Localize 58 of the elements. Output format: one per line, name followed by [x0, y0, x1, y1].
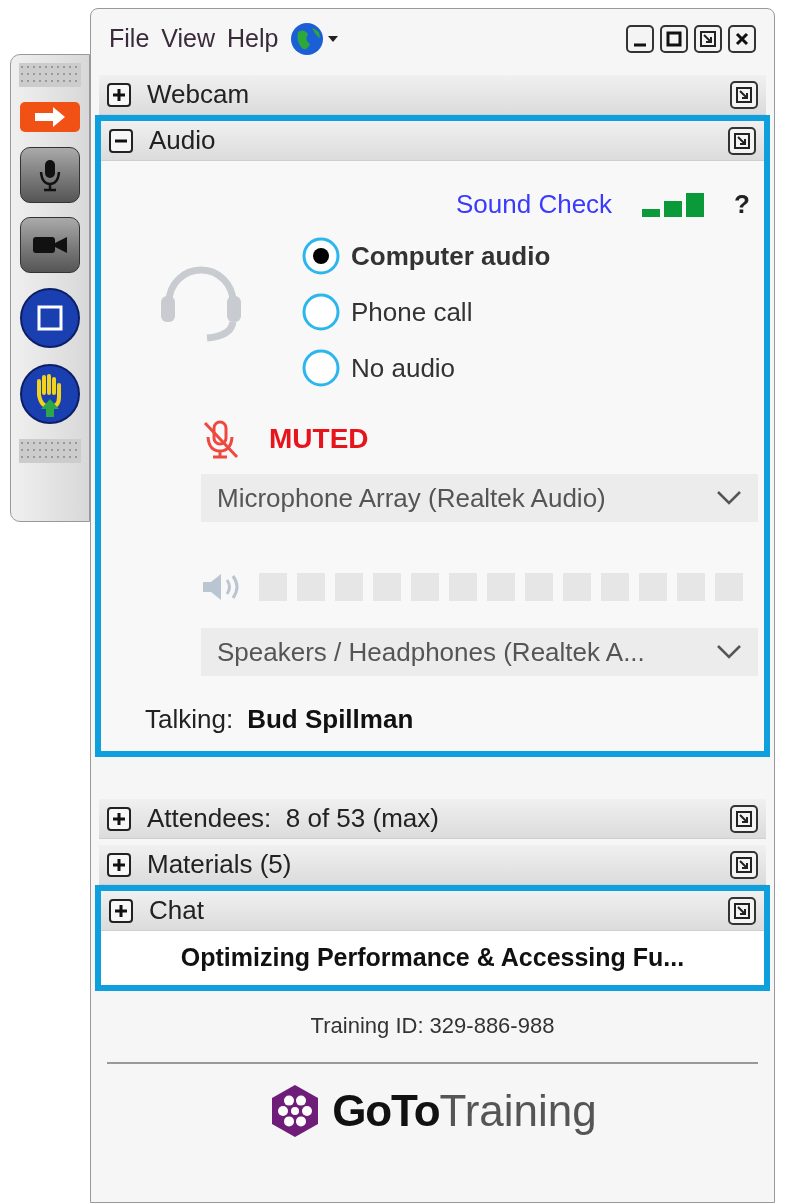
training-title: Optimizing Performance & Accessing Fu... [101, 931, 764, 985]
muted-microphone-icon [201, 419, 241, 459]
grip-icon [19, 63, 81, 87]
globe-icon[interactable] [290, 22, 339, 56]
grip-icon [19, 439, 81, 463]
section-header[interactable]: Chat [101, 891, 764, 931]
help-button[interactable]: ? [734, 185, 750, 224]
pop-out-icon[interactable] [728, 126, 756, 155]
logo-wordmark: GoTo [332, 1084, 440, 1137]
expand-icon[interactable] [109, 898, 133, 923]
logo-wordmark-light: Training [439, 1084, 597, 1137]
close-icon[interactable] [728, 25, 756, 53]
microphone-icon [38, 158, 62, 192]
radio-label: Computer audio [351, 239, 551, 273]
speakers-dropdown[interactable]: Speakers / Headphones (Realtek A... [201, 628, 758, 676]
pop-out-icon[interactable] [728, 896, 756, 925]
chevron-down-icon [716, 644, 742, 660]
muted-label: MUTED [269, 422, 369, 456]
expand-icon[interactable] [107, 806, 131, 831]
talking-name: Bud Spillman [247, 703, 414, 736]
signal-bars-icon [642, 192, 705, 217]
radio-button[interactable] [301, 292, 341, 332]
raise-hand-icon[interactable] [19, 363, 81, 425]
menu-item[interactable]: File [109, 20, 150, 58]
section-header[interactable]: Webcam [99, 75, 766, 115]
pop-out-icon[interactable] [730, 850, 758, 879]
radio-button[interactable] [301, 348, 341, 388]
section-title: Audio [149, 124, 216, 157]
screen-share-icon[interactable] [19, 287, 81, 349]
sound-check-link[interactable]: Sound Check [456, 185, 613, 224]
microphone-dropdown[interactable]: Microphone Array (Realtek Audio) [201, 474, 758, 522]
section-title: Materials (5) [147, 848, 292, 881]
radio-label: No audio [351, 351, 456, 385]
training-id: Training ID: 329-886-988 [309, 1011, 556, 1040]
radio-label: Phone call [351, 295, 473, 329]
chevron-down-icon [716, 490, 742, 506]
camera-button[interactable] [20, 217, 80, 273]
arrow-right-icon[interactable] [19, 101, 81, 133]
expand-icon[interactable] [107, 852, 131, 877]
microphone-button[interactable] [20, 147, 80, 203]
collapse-icon[interactable] [109, 128, 133, 153]
section-header[interactable]: Audio [101, 121, 764, 161]
menu-item[interactable]: View [161, 20, 216, 58]
talking-label: Talking: [145, 703, 234, 736]
section-title: Attendees: 8 of 53 (max) [147, 802, 439, 835]
minimize-icon[interactable] [626, 25, 654, 53]
section-title: Chat [149, 894, 204, 927]
pop-out-icon[interactable] [730, 80, 758, 109]
section-header[interactable]: Materials (5) [99, 845, 766, 885]
radio-button[interactable] [301, 236, 341, 276]
maximize-icon[interactable] [660, 25, 688, 53]
section-header[interactable]: Attendees: 8 of 53 (max) [99, 799, 766, 839]
pop-out-icon[interactable] [730, 804, 758, 833]
menu-item[interactable]: Help [227, 20, 279, 58]
expand-icon[interactable] [107, 82, 131, 107]
section-title: Webcam [147, 78, 250, 111]
camera-icon [33, 235, 67, 255]
pop-out-icon[interactable] [694, 25, 722, 53]
